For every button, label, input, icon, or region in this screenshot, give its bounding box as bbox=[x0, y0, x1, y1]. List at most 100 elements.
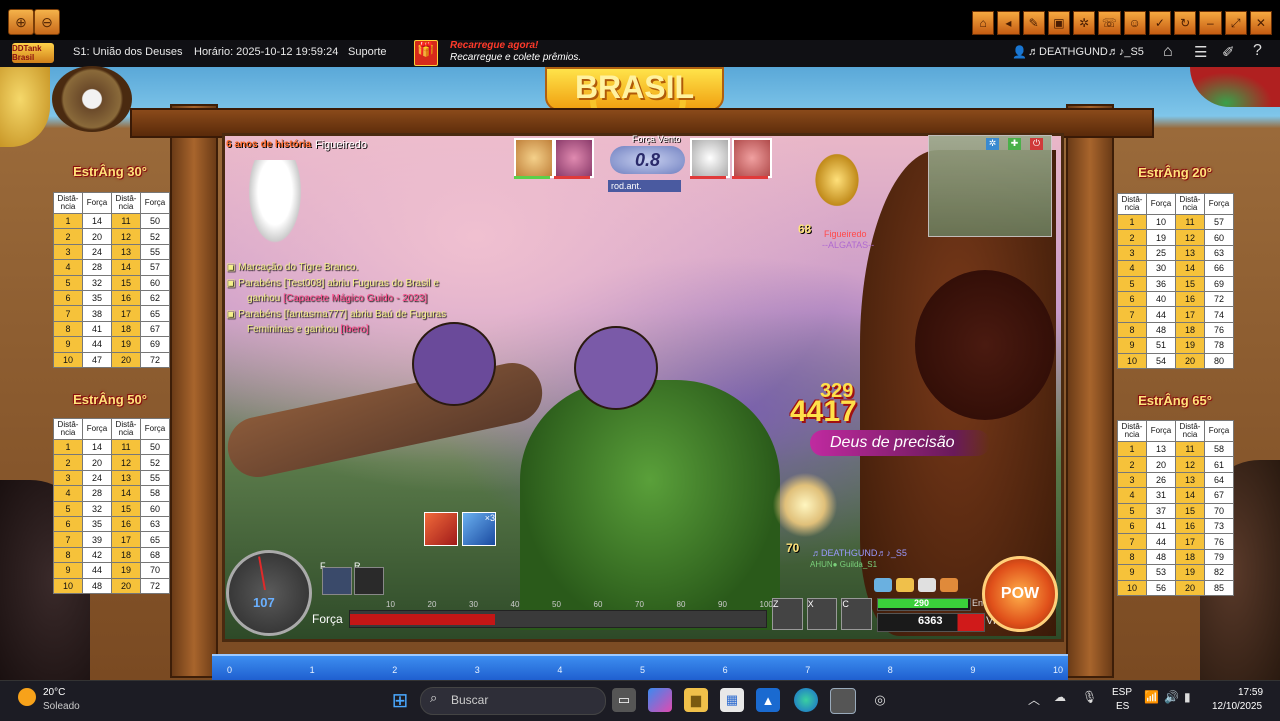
volume-icon[interactable]: 🔊 bbox=[1164, 690, 1179, 704]
hp-mini-2 bbox=[554, 176, 590, 179]
close-icon[interactable]: ✕ bbox=[1249, 11, 1272, 35]
table-cell: 7 bbox=[53, 531, 83, 548]
arrow-icon[interactable]: ◂ bbox=[997, 11, 1020, 35]
logo[interactable]: DDTank Brasil bbox=[12, 43, 54, 63]
person-icon[interactable]: ☺ bbox=[1123, 11, 1146, 35]
zoom-out-icon[interactable]: ⊖ bbox=[34, 9, 60, 35]
table-header-row: Distâ-ncia Força Distâ-ncia Força bbox=[1117, 420, 1234, 442]
table-cell: 9 bbox=[53, 562, 83, 579]
notes-icon[interactable]: ✐ bbox=[1222, 43, 1235, 61]
home-icon[interactable]: ⌂ bbox=[972, 11, 995, 35]
minimap-zoom-icon[interactable]: ✚ bbox=[1008, 138, 1021, 150]
table-title-65: EstrÂng 65° bbox=[1138, 393, 1212, 408]
table-cell: 53 bbox=[1146, 564, 1176, 581]
wifi-icon[interactable]: 📶 bbox=[1144, 690, 1159, 704]
table-cell: 69 bbox=[1204, 275, 1234, 292]
minimap[interactable] bbox=[928, 135, 1052, 237]
player-level: 70 bbox=[786, 541, 800, 555]
skill-key-x[interactable]: X bbox=[806, 598, 838, 630]
pow-button[interactable]: POW bbox=[982, 556, 1058, 632]
edge-icon[interactable] bbox=[794, 688, 818, 712]
promo-title[interactable]: Recarregue agora! bbox=[450, 40, 538, 51]
table-cell: 70 bbox=[1204, 502, 1234, 519]
fly-skill-button[interactable] bbox=[322, 567, 352, 595]
search-placeholder[interactable]: Buscar bbox=[451, 693, 488, 707]
username[interactable]: ♬DEATHGUND♬♪_S5 bbox=[1028, 46, 1144, 58]
tray-app-icon[interactable]: ☁ bbox=[1054, 690, 1066, 704]
app-icon[interactable]: ◎ bbox=[868, 688, 892, 712]
table-header-cell: Distâ-ncia bbox=[1117, 193, 1147, 215]
table-row: 3 25 13 63 bbox=[1117, 244, 1234, 262]
expand-icon[interactable]: ⤢ bbox=[1224, 11, 1247, 35]
table-cell: 24 bbox=[82, 469, 112, 487]
emoji-icon[interactable] bbox=[896, 578, 914, 592]
table-row: 5 37 15 70 bbox=[1117, 502, 1234, 519]
battery-icon[interactable]: ▮ bbox=[1184, 690, 1191, 704]
photos-icon[interactable]: ▲ bbox=[756, 688, 780, 712]
table-row: 8 41 18 67 bbox=[53, 320, 170, 338]
tray-chevron-icon[interactable]: ︿ bbox=[1028, 691, 1040, 708]
table-cell: 12 bbox=[1175, 456, 1205, 473]
minimap-settings-icon[interactable]: ✲ bbox=[986, 138, 999, 150]
help-icon[interactable]: ? bbox=[1253, 42, 1262, 60]
table-cell: 66 bbox=[1204, 260, 1234, 277]
minimize-icon[interactable]: – bbox=[1199, 11, 1222, 35]
task-view-icon[interactable]: ▭ bbox=[612, 688, 636, 712]
skill-slot-r[interactable] bbox=[354, 567, 384, 595]
skill-key-c[interactable]: C bbox=[841, 598, 873, 630]
refresh-icon[interactable]: ↻ bbox=[1174, 11, 1197, 35]
item-fire-icon[interactable] bbox=[424, 512, 458, 546]
wrench-icon[interactable] bbox=[940, 578, 958, 592]
clock-time[interactable]: 17:59 bbox=[1238, 687, 1263, 698]
lang-primary[interactable]: ESP bbox=[1112, 687, 1132, 698]
lang-secondary[interactable]: ES bbox=[1116, 701, 1129, 712]
search-box[interactable] bbox=[420, 687, 606, 715]
table-row: 6 41 16 73 bbox=[1117, 517, 1234, 535]
check-icon[interactable]: ✓ bbox=[1148, 11, 1171, 35]
table-cell: 65 bbox=[140, 305, 170, 322]
table-cell: 69 bbox=[140, 336, 170, 353]
file-explorer-icon[interactable]: ▆ bbox=[684, 688, 708, 712]
table-cell: 41 bbox=[82, 320, 112, 338]
box-icon[interactable]: ▣ bbox=[1047, 11, 1070, 35]
table-cell: 11 bbox=[1175, 213, 1205, 231]
clock-date[interactable]: 12/10/2025 bbox=[1212, 701, 1262, 712]
zoom-in-icon[interactable]: ⊕ bbox=[8, 9, 34, 35]
table-cell: 73 bbox=[1204, 517, 1234, 535]
table-cell: 19 bbox=[1175, 337, 1205, 354]
table-row: 2 20 12 52 bbox=[53, 228, 170, 245]
table-cell: 48 bbox=[1146, 321, 1176, 339]
game-app-icon[interactable] bbox=[830, 688, 856, 714]
table-cell: 19 bbox=[111, 562, 141, 579]
chat-icon[interactable]: ☏ bbox=[1098, 11, 1121, 35]
table-cell: 64 bbox=[1204, 471, 1234, 489]
table-cell: 13 bbox=[1175, 244, 1205, 262]
minimap-close-icon[interactable]: ⏻ bbox=[1030, 138, 1043, 150]
table-header-cell: Distâ-ncia bbox=[1175, 420, 1205, 442]
camera-icon[interactable] bbox=[874, 578, 892, 592]
copilot-icon[interactable] bbox=[648, 688, 672, 712]
chat-line: Femininas e ganhou [Ibero] bbox=[247, 324, 369, 335]
home-nav-icon[interactable]: ⌂ bbox=[1163, 43, 1173, 61]
microphone-icon[interactable]: 🎙 bbox=[1082, 690, 1097, 704]
table-row: 10 48 20 72 bbox=[53, 577, 170, 594]
support-link[interactable]: Suporte bbox=[348, 46, 387, 58]
promo-subtitle[interactable]: Recarregue e colete prêmios. bbox=[450, 52, 581, 63]
weather-temp[interactable]: 20°C bbox=[43, 687, 65, 698]
store-icon[interactable]: ▦ bbox=[720, 688, 744, 712]
weather-icon[interactable] bbox=[18, 688, 36, 706]
table-cell: 41 bbox=[1146, 517, 1176, 535]
chat-bubble-icon[interactable] bbox=[918, 578, 936, 592]
item-ice-icon[interactable]: ×3 bbox=[462, 512, 496, 546]
windows-start-icon[interactable]: ⊞ bbox=[388, 688, 412, 712]
table-cell: 5 bbox=[53, 274, 83, 291]
gear-icon[interactable]: ✲ bbox=[1073, 11, 1096, 35]
edit-icon[interactable]: ✎ bbox=[1022, 11, 1045, 35]
chat-log: ▣ Marcação do Tigre Branco. ▣ Parabéns [… bbox=[226, 262, 466, 339]
grass-island bbox=[520, 380, 780, 630]
table-header-cell: Distâ-ncia bbox=[111, 192, 141, 214]
gift-icon[interactable]: 🎁 bbox=[414, 40, 438, 66]
weather-desc[interactable]: Soleado bbox=[43, 701, 80, 712]
menu-icon[interactable]: ☰ bbox=[1194, 43, 1207, 61]
skill-key-z[interactable]: Z bbox=[772, 598, 803, 630]
